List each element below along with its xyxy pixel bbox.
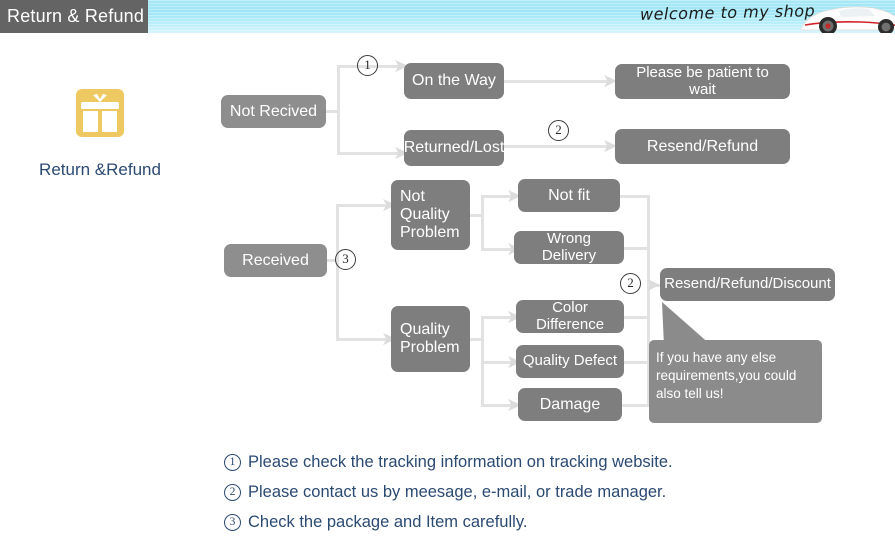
header-banner: welcome to my shop Return & Refund xyxy=(0,0,895,33)
marker-2-mid: 2 xyxy=(620,273,641,294)
marker-1: 1 xyxy=(357,55,378,76)
welcome-message: welcome to my shop xyxy=(639,1,816,24)
return-refund-infographic: welcome to my shop Return & Refund Retur… xyxy=(0,0,895,553)
connector-received-vertical xyxy=(336,204,339,340)
not-quality-line-1: Not xyxy=(400,188,425,206)
bubble-line-3: also tell us! xyxy=(656,385,724,401)
connector-damage-out xyxy=(622,404,650,407)
note-number: 2 xyxy=(224,483,241,501)
node-not-fit[interactable]: Not fit xyxy=(518,179,620,212)
badge-label: Return &Refund xyxy=(39,160,161,179)
node-on-the-way[interactable]: On the Way xyxy=(404,63,504,99)
marker-3: 3 xyxy=(335,249,356,270)
connector-notreceived-vertical xyxy=(337,65,340,155)
connector-returnedlost-right xyxy=(504,145,608,148)
note-text: Please check the tracking information on… xyxy=(248,452,673,471)
node-returned-lost[interactable]: Returned/Lost xyxy=(404,130,504,166)
quality-line-2: Problem xyxy=(400,339,460,356)
node-not-quality-problem[interactable]: Not Quality Problem xyxy=(391,180,470,250)
not-quality-line-2: Quality xyxy=(400,206,450,224)
bubble-line-1: If you have any else xyxy=(656,350,777,365)
quality-line-1: Quality xyxy=(400,321,450,339)
note-number: 1 xyxy=(224,453,241,471)
node-resend-refund[interactable]: Resend/Refund xyxy=(615,129,790,164)
gift-box-icon xyxy=(76,89,124,137)
footer-notes: 1 Please check the tracking information … xyxy=(224,447,784,537)
node-not-received[interactable]: Not Recived xyxy=(221,95,326,128)
marker-2-top: 2 xyxy=(548,120,569,141)
connector-to-returnedlost xyxy=(337,152,399,155)
connector-to-not-quality xyxy=(336,204,386,207)
connector-to-quality xyxy=(336,338,386,341)
connector-ontheway-right xyxy=(504,80,608,83)
node-received[interactable]: Received xyxy=(224,244,327,277)
return-refund-badge: Return &Refund xyxy=(25,85,175,180)
node-quality-defect[interactable]: Quality Defect xyxy=(516,345,624,378)
note-text: Check the package and Item carefully. xyxy=(248,512,528,531)
node-resend-refund-discount[interactable]: Resend/Refund/Discount xyxy=(660,268,835,301)
bubble-line-2: requirements,you could xyxy=(656,367,797,383)
not-quality-line-3: Problem xyxy=(400,223,460,241)
note-text: Please contact us by meesage, e-mail, or… xyxy=(248,482,667,501)
speech-bubble: If you have any else requirements,you co… xyxy=(649,340,822,423)
note-item: 3 Check the package and Item carefully. xyxy=(224,507,784,537)
node-damage[interactable]: Damage xyxy=(518,388,622,421)
sports-car-image xyxy=(800,6,895,33)
note-number: 3 xyxy=(224,513,241,531)
node-please-be-patient[interactable]: Please be patient to wait xyxy=(615,64,790,99)
page-title: Return & Refund xyxy=(0,0,148,33)
note-item: 1 Please check the tracking information … xyxy=(224,447,784,477)
connector-notquality-vertical xyxy=(481,195,484,251)
connector-notfit-out xyxy=(620,195,650,198)
node-quality-problem[interactable]: Quality Problem xyxy=(391,306,470,372)
node-wrong-delivery[interactable]: Wrong Delivery xyxy=(514,230,624,264)
arrow-to-resend-discount-icon: ➤ xyxy=(645,274,661,296)
node-color-difference[interactable]: Color Difference xyxy=(516,299,624,333)
note-item: 2 Please contact us by meesage, e-mail, … xyxy=(224,477,784,507)
